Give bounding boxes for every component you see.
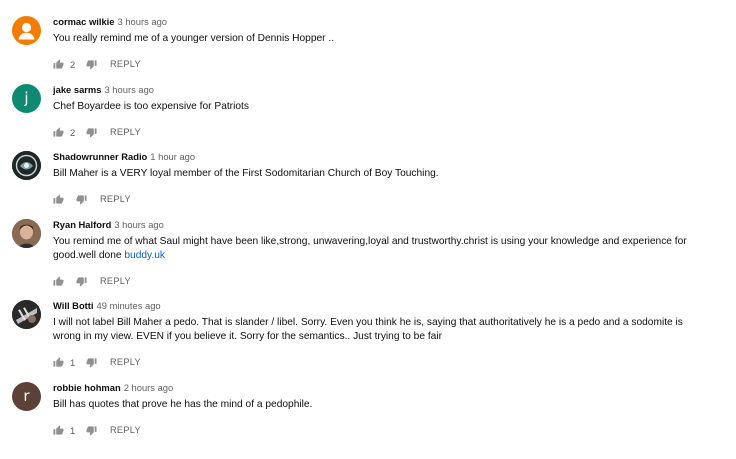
like-button[interactable]: 2: [53, 59, 78, 70]
thumbs-down-icon: [86, 357, 97, 368]
comment-body: robbie hohman 2 hours ago Bill has quotes…: [53, 382, 696, 437]
comment-header: jake sarms 3 hours ago: [53, 84, 696, 96]
like-button[interactable]: 1: [53, 425, 78, 436]
dislike-button[interactable]: [86, 59, 97, 70]
comment-header: Ryan Halford 3 hours ago: [53, 219, 696, 231]
thumbs-down-icon: [76, 194, 87, 205]
comment-text: Bill Maher is a VERY loyal member of the…: [53, 168, 439, 179]
reply-button[interactable]: REPLY: [110, 357, 141, 367]
thumbs-up-icon: [53, 275, 64, 286]
dislike-button[interactable]: [76, 194, 87, 205]
thumbs-down-icon: [86, 59, 97, 70]
comment-author[interactable]: jake sarms: [53, 84, 101, 95]
like-button[interactable]: [53, 275, 64, 287]
thumbs-up-icon: [53, 193, 64, 204]
reply-button[interactable]: REPLY: [110, 425, 141, 435]
like-count: 2: [70, 58, 76, 70]
like-button[interactable]: 2: [53, 127, 78, 138]
thumbs-up-icon: [53, 126, 64, 137]
avatar[interactable]: r: [12, 382, 41, 411]
user-photo-icon: [12, 219, 41, 248]
dislike-button[interactable]: [86, 127, 97, 138]
comment-header: cormac wilkie 3 hours ago: [53, 16, 696, 28]
default-avatar-icon: [18, 22, 35, 40]
thumbs-up-icon: [53, 424, 64, 435]
comment-body: Ryan Halford 3 hours ago You remind me of…: [53, 219, 696, 288]
comment-actions: 1 REPLY: [53, 355, 696, 369]
thumbs-up-icon: [53, 356, 64, 367]
thumbs-down-icon: [86, 127, 97, 138]
comment-actions: REPLY: [53, 192, 696, 206]
avatar[interactable]: j: [12, 84, 41, 113]
comment-header: robbie hohman 2 hours ago: [53, 382, 696, 394]
comment-actions: REPLY: [53, 274, 696, 288]
thumbs-down-icon: [76, 276, 87, 287]
thumbs-up-icon: [53, 58, 64, 69]
comment-text: Bill has quotes that prove he has the mi…: [53, 399, 313, 410]
comment-time[interactable]: 1 hour ago: [150, 151, 195, 162]
comment-actions: 2 REPLY: [53, 57, 696, 71]
channel-photo-icon: [12, 151, 41, 180]
comment-body: Shadowrunner Radio 1 hour ago Bill Maher …: [53, 151, 696, 206]
thumbs-down-icon: [86, 425, 97, 436]
comment-text: You really remind me of a younger versio…: [53, 33, 335, 44]
comment-author[interactable]: Will Botti: [53, 300, 94, 311]
dislike-button[interactable]: [86, 357, 97, 368]
reply-button[interactable]: REPLY: [110, 59, 141, 69]
comment-text: You remind me of what Saul might have be…: [53, 235, 696, 263]
comment-actions: 2 REPLY: [53, 125, 696, 139]
comment-header: Will Botti 49 minutes ago: [53, 300, 696, 312]
comment-time[interactable]: 49 minutes ago: [97, 300, 161, 311]
comment-time[interactable]: 3 hours ago: [118, 16, 168, 27]
comment-author[interactable]: cormac wilkie: [53, 16, 115, 27]
reply-button[interactable]: REPLY: [100, 194, 131, 204]
comment-author[interactable]: robbie hohman: [53, 382, 121, 393]
like-button[interactable]: 1: [53, 357, 78, 368]
like-count: 1: [70, 424, 76, 436]
avatar-letter: r: [23, 387, 30, 405]
comment-header: Shadowrunner Radio 1 hour ago: [53, 151, 696, 163]
comment-link[interactable]: buddy.uk: [124, 250, 165, 261]
avatar[interactable]: [12, 300, 41, 329]
comment-text: I will not label Bill Maher a pedo. That…: [53, 317, 683, 342]
comment-body: Will Botti 49 minutes ago I will not labe…: [53, 300, 696, 369]
avatar[interactable]: [12, 16, 41, 45]
comment-author[interactable]: Ryan Halford: [53, 219, 111, 230]
comment-body: jake sarms 3 hours ago Chef Boyardee is t…: [53, 84, 696, 139]
comment-time[interactable]: 3 hours ago: [114, 219, 164, 230]
user-photo-icon: [12, 300, 41, 329]
comment-author[interactable]: Shadowrunner Radio: [53, 151, 147, 162]
reply-button[interactable]: REPLY: [100, 276, 131, 286]
comment-body: cormac wilkie 3 hours ago You really remi…: [53, 16, 696, 71]
like-count: 2: [70, 126, 76, 138]
comment-time[interactable]: 2 hours ago: [124, 382, 174, 393]
avatar[interactable]: [12, 151, 41, 180]
comment-time[interactable]: 3 hours ago: [104, 84, 154, 95]
comment-text: Chef Boyardee is too expensive for Patri…: [53, 101, 249, 112]
avatar-letter: j: [24, 89, 29, 107]
dislike-button[interactable]: [86, 425, 97, 436]
like-count: 1: [70, 356, 76, 368]
dislike-button[interactable]: [76, 276, 87, 287]
comment-actions: 1 REPLY: [53, 423, 696, 437]
like-button[interactable]: [53, 193, 64, 205]
reply-button[interactable]: REPLY: [110, 127, 141, 137]
avatar[interactable]: [12, 219, 41, 248]
